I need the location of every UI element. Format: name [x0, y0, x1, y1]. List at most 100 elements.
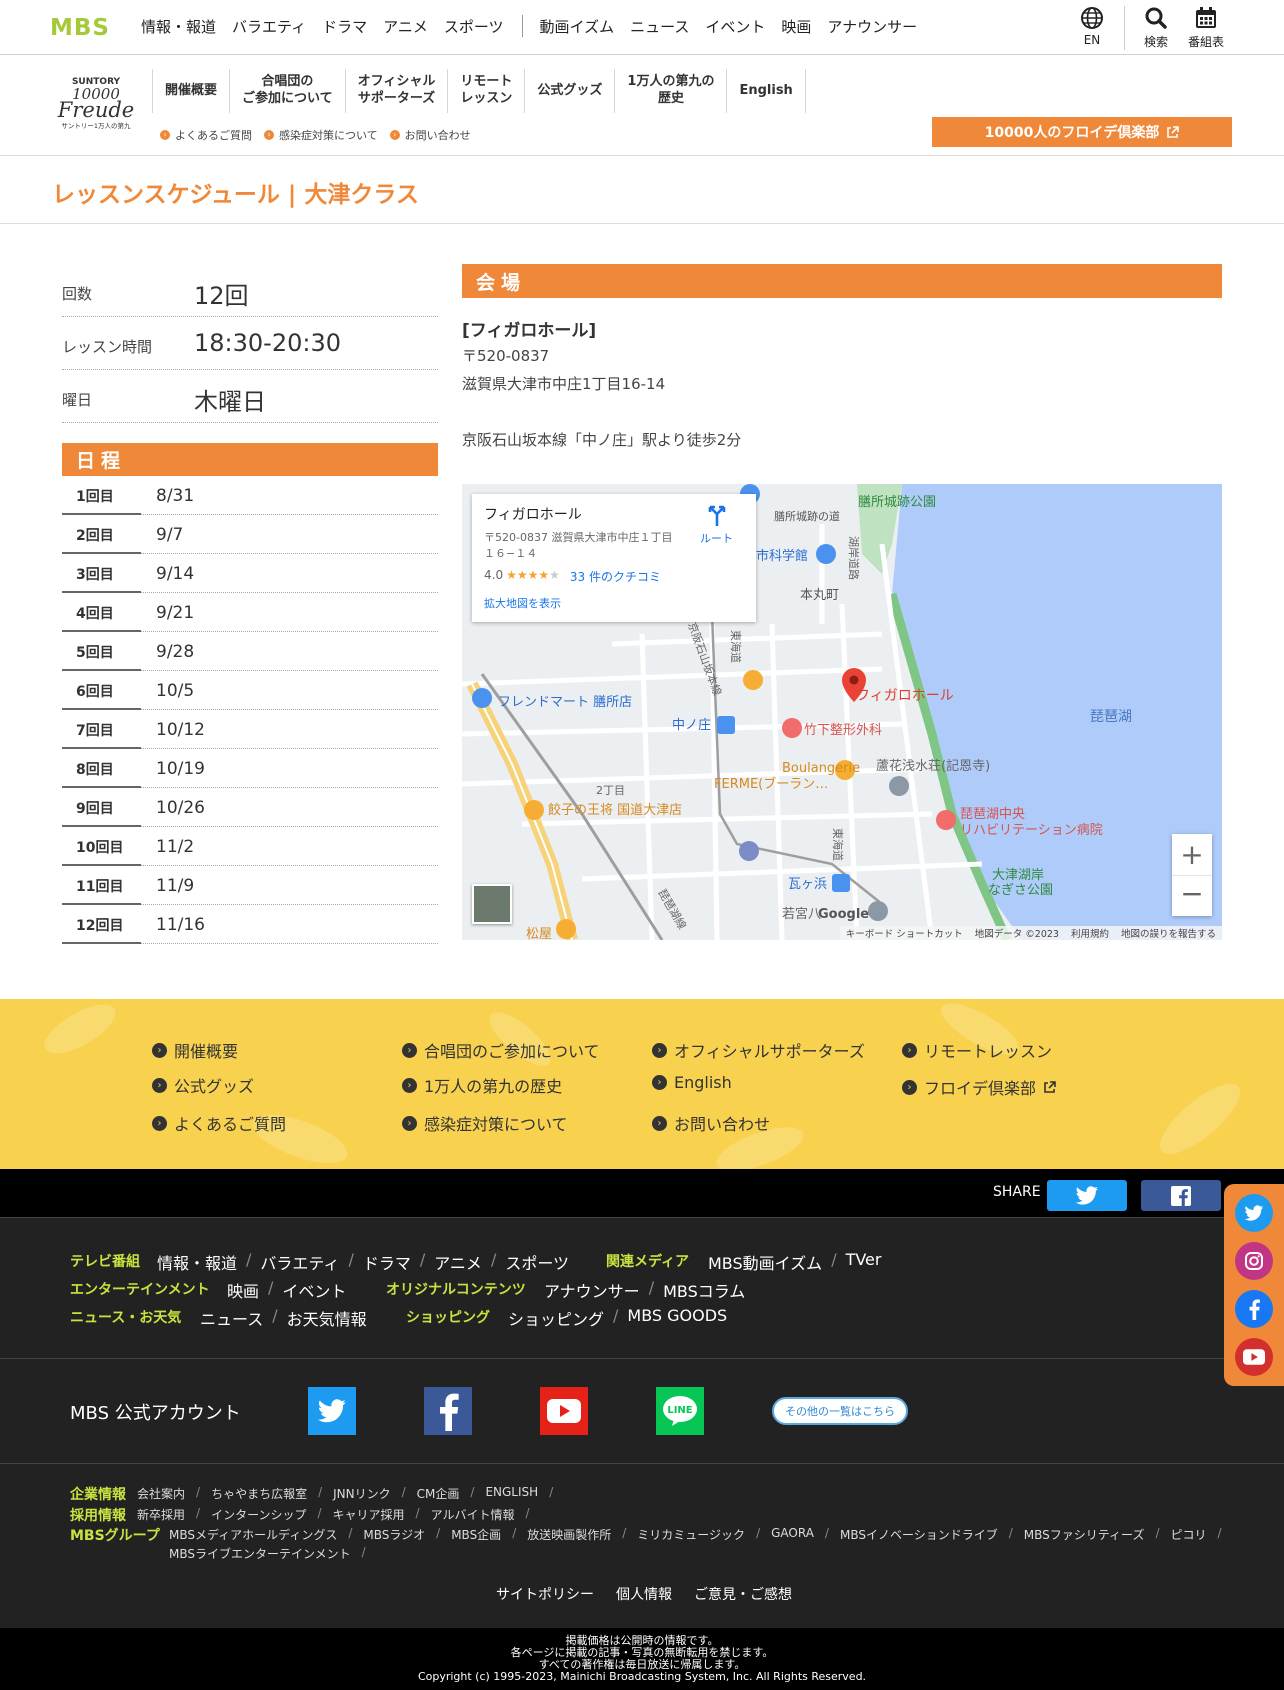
footer-link[interactable]: アニメ	[434, 1250, 482, 1274]
footer-link-contact[interactable]: › お問い合わせ	[652, 1111, 770, 1135]
footer-link-remote[interactable]: › リモートレッスン	[902, 1038, 1052, 1062]
footer-link-club[interactable]: › フロイデ倶楽部	[902, 1075, 1056, 1099]
footer-link-infection[interactable]: › 感染症対策について	[402, 1111, 568, 1135]
tab-history[interactable]: 1万人の第九の 歴史	[615, 69, 728, 113]
nav-item[interactable]: スポーツ	[444, 16, 504, 37]
footer-link[interactable]: スポーツ	[505, 1250, 569, 1274]
footer-link[interactable]: 会社案内	[137, 1485, 185, 1502]
global-header: MBS 情報・報道 バラエティ ドラマ アニメ スポーツ 動画イズム ニュース …	[0, 0, 1284, 55]
nav-item[interactable]: バラエティ	[232, 16, 306, 37]
enlarge-map-link[interactable]: 拡大地図を表示	[484, 595, 561, 611]
footer-link[interactable]: ミリカミュージック	[637, 1526, 745, 1543]
footer-link[interactable]: 情報・報道	[157, 1250, 237, 1274]
footer-link[interactable]: MBSメディアホールディングス	[169, 1526, 337, 1543]
search-button[interactable]: 検索	[1144, 6, 1168, 50]
footer-link-english[interactable]: › English	[652, 1073, 732, 1092]
footer-link[interactable]: キャリア採用	[333, 1506, 405, 1523]
footer-link[interactable]: GAORA	[771, 1526, 814, 1543]
footer-link[interactable]: MBSラジオ	[363, 1526, 425, 1543]
footer-link[interactable]: MBS GOODS	[627, 1306, 727, 1330]
float-youtube-link[interactable]	[1235, 1338, 1273, 1376]
nav-item[interactable]: アナウンサー	[827, 16, 917, 37]
share-facebook-button[interactable]	[1141, 1180, 1221, 1211]
nav-item[interactable]: アニメ	[383, 16, 428, 37]
footer-link[interactable]: ENGLISH	[485, 1485, 538, 1502]
google-map[interactable]: 膳所城跡公園 膳所城跡の道 市科学館 本丸町 フレンドマート 膳所店 中ノ庄 フ…	[462, 484, 1222, 940]
reviews-link[interactable]: 33 件のクチコミ	[570, 568, 661, 585]
tab-goods[interactable]: 公式グッズ	[525, 69, 616, 113]
footer-link[interactable]: ピコリ	[1171, 1526, 1207, 1543]
feedback-link[interactable]: ご意見・ご感想	[694, 1584, 792, 1604]
footer-link[interactable]: 新卒採用	[137, 1506, 185, 1523]
nav-item[interactable]: 映画	[781, 16, 811, 37]
tab-english[interactable]: English	[727, 69, 806, 113]
footer-link[interactable]: CM企画	[417, 1485, 460, 1502]
footer-link[interactable]: ドラマ	[363, 1250, 411, 1274]
footer-link[interactable]: お天気情報	[287, 1306, 367, 1330]
nav-item[interactable]: ニュース	[630, 16, 689, 37]
footer-link[interactable]: イベント	[282, 1278, 346, 1302]
footer-link[interactable]: MBS動画イズム	[708, 1250, 822, 1274]
footer-link[interactable]: バラエティ	[260, 1250, 339, 1274]
nav-item[interactable]: ドラマ	[322, 16, 367, 37]
footer-link-supporters[interactable]: › オフィシャルサポーターズ	[652, 1038, 865, 1062]
footer-link[interactable]: ちゃやまち広報室	[211, 1485, 307, 1502]
site-policy-link[interactable]: サイトポリシー	[496, 1584, 594, 1604]
mbs-youtube-link[interactable]	[540, 1387, 588, 1435]
nav-divider	[521, 15, 523, 37]
footer-link-join[interactable]: › 合唱団のご参加について	[402, 1038, 600, 1062]
nav-item[interactable]: 情報・報道	[141, 16, 216, 37]
footer-link[interactable]: ニュース	[200, 1306, 263, 1330]
footer-link[interactable]: MBSライブエンターテインメント	[169, 1545, 351, 1562]
satellite-toggle[interactable]	[472, 884, 512, 924]
footer-link-history[interactable]: › 1万人の第九の歴史	[402, 1073, 562, 1097]
keyboard-shortcuts-link[interactable]: キーボード ショートカット	[846, 926, 963, 940]
mbs-twitter-link[interactable]	[308, 1387, 356, 1435]
mbs-facebook-link[interactable]	[424, 1387, 472, 1435]
footer-link[interactable]: ショッピング	[508, 1306, 604, 1330]
footer-link[interactable]: MBSファシリティーズ	[1024, 1526, 1145, 1543]
footer-link-goods[interactable]: › 公式グッズ	[152, 1073, 254, 1097]
footer-link-overview[interactable]: › 開催概要	[152, 1038, 238, 1062]
contact-link[interactable]: › お問い合わせ	[389, 127, 471, 143]
tab-remote[interactable]: リモート レッスン	[448, 69, 526, 113]
schedule-button[interactable]: 番組表	[1188, 6, 1224, 50]
footer-link[interactable]: インターンシップ	[211, 1506, 306, 1523]
footer-link[interactable]: JNNリンク	[333, 1485, 391, 1502]
zoom-out-icon[interactable]: −	[1172, 875, 1212, 916]
tab-supporters[interactable]: オフィシャル サポーターズ	[346, 69, 449, 113]
footer-link[interactable]: MBSコラム	[663, 1278, 745, 1302]
footer-link[interactable]: アルバイト情報	[431, 1506, 515, 1523]
share-twitter-button[interactable]	[1047, 1180, 1127, 1211]
footer-link[interactable]: 放送映画製作所	[527, 1526, 611, 1543]
footer-link[interactable]: MBSイノベーションドライブ	[840, 1526, 998, 1543]
more-accounts-button[interactable]: その他の一覧はこちら	[772, 1397, 908, 1425]
footer-link[interactable]: TVer	[846, 1250, 882, 1274]
footer-link[interactable]: MBS企画	[451, 1526, 501, 1543]
tab-join[interactable]: 合唱団の ご参加について	[230, 69, 346, 113]
infection-link[interactable]: › 感染症対策について	[264, 127, 378, 143]
footer-link[interactable]: 映画	[227, 1278, 259, 1302]
freude-logo[interactable]: SUNTORY 10000 Freude サントリー1万人の第九	[50, 74, 142, 130]
chevron-right-icon: ›	[652, 1042, 667, 1058]
mbs-logo[interactable]: MBS	[50, 14, 120, 38]
route-button[interactable]: ルート	[700, 504, 733, 546]
float-twitter-link[interactable]	[1235, 1194, 1273, 1232]
tab-overview[interactable]: 開催概要	[152, 69, 231, 113]
footer-link[interactable]: アナウンサー	[544, 1278, 640, 1302]
privacy-link[interactable]: 個人情報	[616, 1584, 672, 1604]
terms-link[interactable]: 利用規約	[1071, 926, 1109, 940]
float-instagram-link[interactable]	[1235, 1242, 1273, 1280]
footer-link-faq[interactable]: › よくあるご質問	[152, 1111, 286, 1135]
zoom-in-icon[interactable]: +	[1172, 834, 1212, 875]
language-button[interactable]: EN	[1080, 6, 1104, 47]
report-error-link[interactable]: 地図の誤りを報告する	[1121, 926, 1216, 940]
nav-item[interactable]: 動画イズム	[540, 16, 615, 37]
lesson-number: 10回目	[62, 827, 141, 866]
chevron-right-icon: ›	[902, 1042, 917, 1058]
faq-link[interactable]: › よくあるご質問	[160, 127, 252, 143]
mbs-line-link[interactable]: LINE	[656, 1387, 704, 1435]
nav-item[interactable]: イベント	[705, 16, 765, 37]
float-facebook-link[interactable]	[1235, 1290, 1273, 1328]
freude-club-button[interactable]: 10000人のフロイデ倶楽部	[932, 117, 1232, 147]
